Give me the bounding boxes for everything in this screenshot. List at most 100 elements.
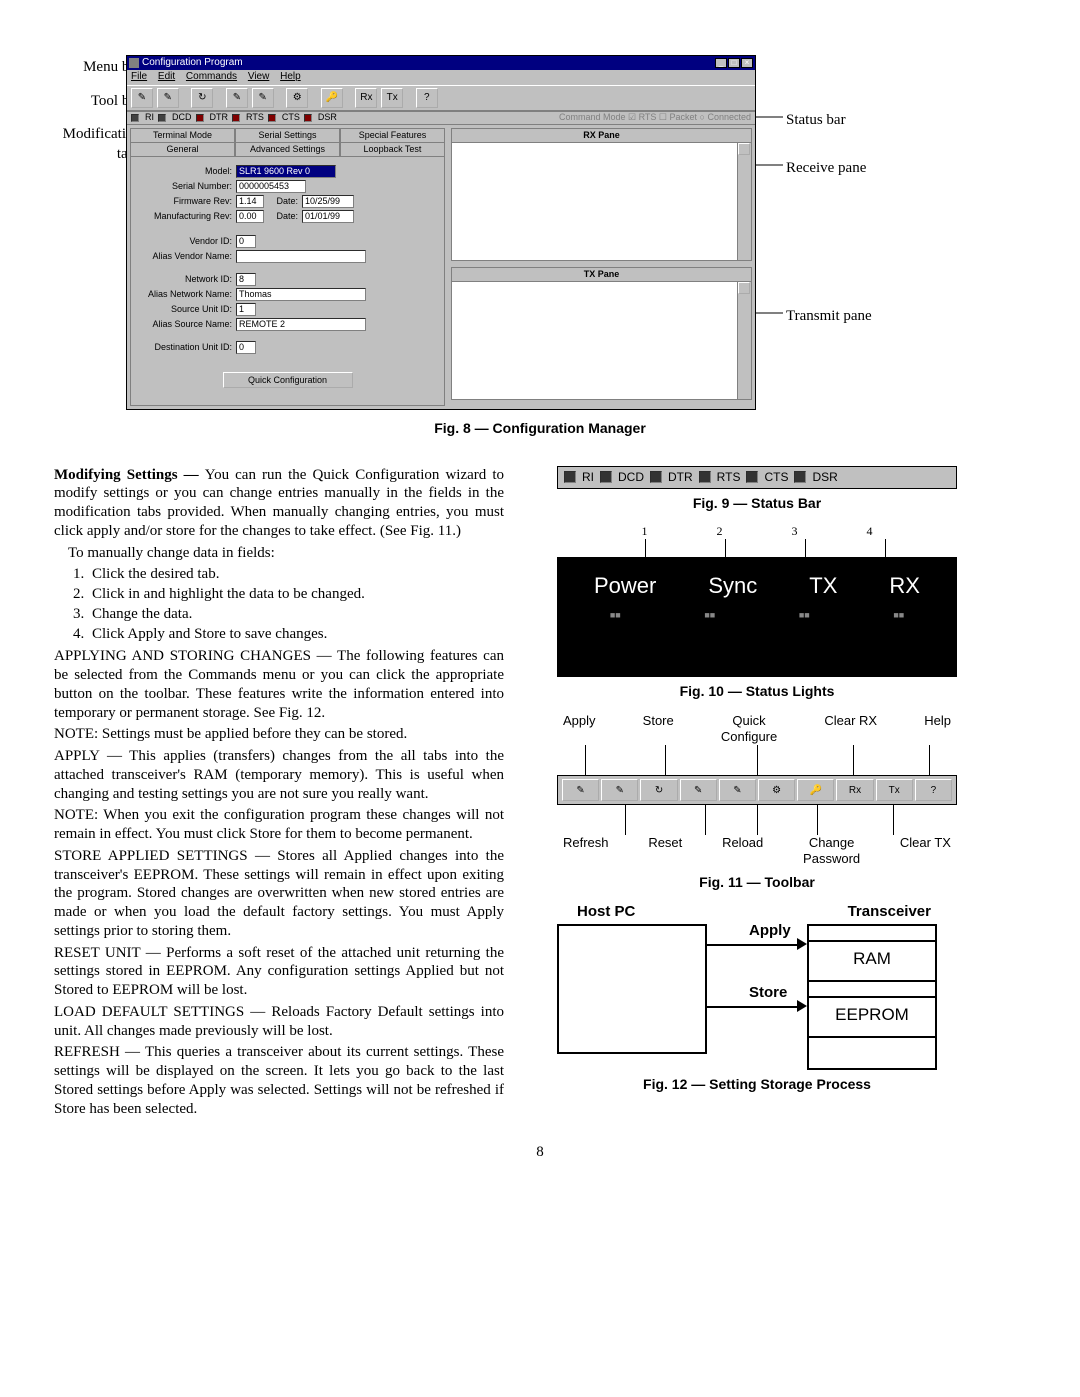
ann-field[interactable]: Thomas: [236, 288, 366, 301]
fig11-bot-changepw: Change Password: [803, 835, 860, 868]
tb11-apply-icon[interactable]: ✎: [562, 779, 599, 801]
menu-file[interactable]: File: [131, 71, 147, 82]
maximize-button[interactable]: □: [728, 58, 740, 68]
fig9-dsr-icon: [794, 471, 806, 483]
close-button[interactable]: ×: [741, 58, 753, 68]
fig8-container: Menu bar Tool bar Modification tabs Stat…: [126, 55, 1026, 410]
right-panes: RX Pane TX Pane: [448, 125, 755, 410]
fw-field[interactable]: 1.14: [236, 195, 264, 208]
fw-label: Firmware Rev:: [137, 196, 232, 207]
tx-pane[interactable]: TX Pane: [451, 267, 752, 400]
tab-special-features[interactable]: Special Features: [340, 128, 445, 142]
fig11-top-help: Help: [924, 713, 951, 746]
tb-reload-icon[interactable]: ✎: [252, 88, 274, 108]
fig12-ram: RAM: [809, 942, 935, 982]
minimize-button[interactable]: _: [715, 58, 727, 68]
net-label: Network ID:: [137, 274, 232, 285]
mfg-date-field[interactable]: 01/01/99: [302, 210, 354, 223]
paragraph-refresh: REFRESH — This queries a transceiver abo…: [54, 1043, 504, 1118]
led-dtr-icon: [196, 114, 204, 122]
tb-reset-icon[interactable]: ✎: [226, 88, 248, 108]
tab-loopback-test[interactable]: Loopback Test: [340, 142, 445, 156]
fig10-led-1-icon: ■■: [610, 610, 621, 621]
fig10-num-2: 2: [717, 524, 723, 539]
titlebar: Configuration Program _ □ ×: [127, 56, 755, 70]
net-field[interactable]: 8: [236, 273, 256, 286]
fig10-caption: Fig. 10 — Status Lights: [532, 683, 982, 701]
tb-cleartx-icon[interactable]: Tx: [381, 88, 403, 108]
arrow-icon: [797, 938, 807, 950]
led-rts-icon: [232, 114, 240, 122]
tx-pane-title: TX Pane: [452, 268, 751, 282]
status-cts: CTS: [282, 112, 300, 123]
fig10-rx: RX: [889, 572, 920, 600]
fig10-num-4: 4: [867, 524, 873, 539]
mfg-field[interactable]: 0.00: [236, 210, 264, 223]
tb-refresh-icon[interactable]: ↻: [191, 88, 213, 108]
menu-help[interactable]: Help: [280, 71, 301, 82]
fig9-rts: RTS: [717, 470, 741, 485]
tb11-reset-icon[interactable]: ✎: [680, 779, 717, 801]
tb-quickcfg-icon[interactable]: ⚙: [286, 88, 308, 108]
menu-commands[interactable]: Commands: [186, 71, 237, 82]
menubar[interactable]: File Edit Commands View Help: [127, 70, 755, 85]
fw-date-field[interactable]: 10/25/99: [302, 195, 354, 208]
tb11-store-icon[interactable]: ✎: [601, 779, 638, 801]
tb11-password-icon[interactable]: 🔑: [797, 779, 834, 801]
tb-help-icon[interactable]: ?: [416, 88, 438, 108]
tb-store-icon[interactable]: ✎: [157, 88, 179, 108]
label-status-bar: Status bar: [786, 111, 846, 130]
tb11-cleartx-icon[interactable]: Tx: [876, 779, 913, 801]
fig10-tx: TX: [809, 572, 837, 600]
tb11-reload-icon[interactable]: ✎: [719, 779, 756, 801]
fig9-ri: RI: [582, 470, 594, 485]
fig9-cts: CTS: [764, 470, 788, 485]
tb11-quickcfg-icon[interactable]: ⚙: [758, 779, 795, 801]
fig8-caption: Fig. 8 — Configuration Manager: [54, 420, 1026, 438]
step-3: Change the data.: [88, 605, 504, 624]
tx-scrollbar[interactable]: [737, 282, 751, 399]
paragraph-reset: RESET UNIT — Performs a soft reset of th…: [54, 944, 504, 1000]
avn-field[interactable]: [236, 250, 366, 263]
fig11-caption: Fig. 11 — Toolbar: [532, 874, 982, 892]
serial-field[interactable]: 0000005453: [236, 180, 306, 193]
quick-config-button[interactable]: Quick Configuration: [223, 372, 353, 388]
label-receive-pane: Receive pane: [786, 159, 866, 178]
fig10-num-1: 1: [642, 524, 648, 539]
fig10-led-3-icon: ■■: [799, 610, 810, 621]
fig10-block: 1 2 3 4 Power Sync TX RX: [532, 524, 982, 701]
du-field[interactable]: 0: [236, 341, 256, 354]
model-field[interactable]: SLR1 9600 Rev 0: [236, 165, 336, 178]
tb-apply-icon[interactable]: ✎: [131, 88, 153, 108]
su-field[interactable]: 1: [236, 303, 256, 316]
steps-list: Click the desired tab. Click in and high…: [88, 565, 504, 643]
tab-advanced-settings[interactable]: Advanced Settings: [235, 142, 340, 156]
fig10-sync: Sync: [708, 572, 757, 600]
tab-terminal-mode[interactable]: Terminal Mode: [130, 128, 235, 142]
fig9-dtr: DTR: [668, 470, 693, 485]
fig9-dsr: DSR: [812, 470, 837, 485]
status-dcd: DCD: [172, 112, 192, 123]
tab-serial-settings[interactable]: Serial Settings: [235, 128, 340, 142]
paragraph-store: STORE APPLIED SETTINGS — Stores all Appl…: [54, 847, 504, 941]
tb11-clearrx-icon[interactable]: Rx: [836, 779, 873, 801]
tb11-help-icon[interactable]: ?: [915, 779, 952, 801]
fig12-apply-label: Apply: [747, 922, 793, 941]
fig9-caption: Fig. 9 — Status Bar: [532, 495, 982, 513]
tb-clearrx-icon[interactable]: Rx: [355, 88, 377, 108]
mfg-date-label: Date:: [268, 211, 298, 222]
rx-scrollbar[interactable]: [737, 143, 751, 260]
status-dtr: DTR: [210, 112, 229, 123]
tab-general[interactable]: General: [130, 142, 235, 156]
menu-view[interactable]: View: [248, 71, 270, 82]
asn-field[interactable]: REMOTE 2: [236, 318, 366, 331]
su-label: Source Unit ID:: [137, 304, 232, 315]
fig10-led-4-icon: ■■: [893, 610, 904, 621]
tb11-refresh-icon[interactable]: ↻: [640, 779, 677, 801]
vendor-field[interactable]: 0: [236, 235, 256, 248]
menu-edit[interactable]: Edit: [158, 71, 175, 82]
paragraph-note1: NOTE: Settings must be applied before th…: [54, 725, 504, 744]
tb-password-icon[interactable]: 🔑: [321, 88, 343, 108]
fig9-cts-icon: [746, 471, 758, 483]
paragraph-manual-intro: To manually change data in fields:: [54, 544, 504, 563]
